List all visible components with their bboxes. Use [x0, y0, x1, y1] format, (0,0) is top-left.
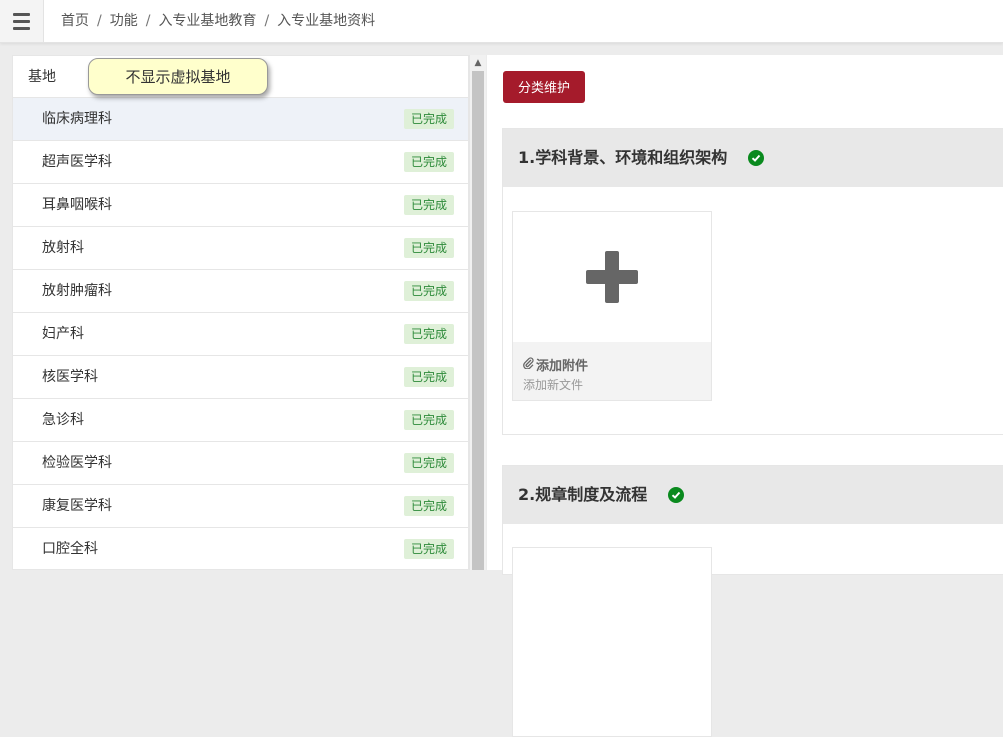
status-badge: 已完成: [403, 410, 454, 430]
breadcrumb-base-education[interactable]: 入专业基地教育: [158, 13, 256, 29]
status-badge: 已完成: [403, 539, 454, 559]
scroll-up-arrow-icon[interactable]: ▲: [470, 55, 486, 71]
base-name: 临床病理科: [42, 111, 112, 127]
add-attachment-label: 添加附件: [536, 359, 589, 374]
base-list-panel: 基地 临床病理科 已完成 超声医学科 已完成 耳鼻咽喉科 已完成 放射科 已完成 放射肿…: [12, 55, 469, 570]
breadcrumb-home[interactable]: 首页: [61, 13, 89, 29]
paperclip-icon: [523, 356, 534, 373]
attachment-card-footer: 添加附件 添加新文件: [513, 342, 711, 400]
add-attachment-plus-icon[interactable]: [513, 212, 711, 342]
list-scrollbar[interactable]: ▲: [469, 55, 486, 570]
base-name: 超声医学科: [42, 154, 112, 170]
status-badge: 已完成: [403, 195, 454, 215]
category-maintenance-button[interactable]: 分类维护: [503, 71, 585, 103]
material-section: 2.规章制度及流程: [502, 465, 1003, 737]
section-header: 2.规章制度及流程: [503, 466, 1003, 524]
base-list-item[interactable]: 耳鼻咽喉科 已完成: [13, 184, 468, 227]
base-list-item[interactable]: 放射肿瘤科 已完成: [13, 270, 468, 313]
base-list-item[interactable]: 妇产科 已完成: [13, 313, 468, 356]
status-badge: 已完成: [403, 281, 454, 301]
base-name: 放射科: [42, 240, 84, 256]
add-new-file-text: 添加新文件: [523, 378, 584, 392]
base-list-item[interactable]: 急诊科 已完成: [13, 399, 468, 442]
status-badge: 已完成: [403, 324, 454, 344]
add-attachment-link[interactable]: 添加附件: [523, 355, 588, 374]
base-list-item[interactable]: 放射科 已完成: [13, 227, 468, 270]
base-name: 口腔全科: [42, 541, 98, 557]
breadcrumb-current: 入专业基地资料: [277, 13, 376, 29]
virtual-base-tooltip: 不显示虚拟基地: [88, 58, 268, 95]
status-badge: 已完成: [403, 238, 454, 258]
base-list-item[interactable]: 临床病理科 已完成: [13, 98, 468, 141]
materials-panel: 分类维护 1.学科背景、环境和组织架构 添加附件 添加新文件 2.规章制度及流程: [487, 55, 1003, 737]
base-name: 耳鼻咽喉科: [42, 197, 112, 213]
base-list-item[interactable]: 超声医学科 已完成: [13, 141, 468, 184]
status-badge: 已完成: [403, 152, 454, 172]
base-name: 核医学科: [42, 369, 98, 385]
add-attachment-plus-icon[interactable]: [513, 548, 711, 678]
status-badge: 已完成: [403, 109, 454, 129]
base-list-item[interactable]: 口腔全科 已完成: [13, 528, 468, 569]
section-header: 1.学科背景、环境和组织架构: [503, 129, 1003, 187]
status-badge: 已完成: [403, 453, 454, 473]
status-badge: 已完成: [403, 496, 454, 516]
base-name: 检验医学科: [42, 455, 112, 471]
breadcrumb-functions[interactable]: 功能: [110, 13, 138, 29]
status-badge: 已完成: [403, 367, 454, 387]
check-circle-icon: [668, 487, 685, 503]
base-list-item[interactable]: 检验医学科 已完成: [13, 442, 468, 485]
check-circle-icon: [748, 150, 765, 166]
material-section: 1.学科背景、环境和组织架构 添加附件 添加新文件: [502, 128, 1003, 435]
hamburger-menu-icon[interactable]: [0, 0, 44, 42]
base-name: 妇产科: [42, 326, 84, 342]
breadcrumb: 首页 / 功能 / 入专业基地教育 / 入专业基地资料: [61, 13, 376, 29]
base-name: 放射肿瘤科: [42, 283, 112, 299]
section-title: 1.学科背景、环境和组织架构: [518, 148, 728, 167]
scrollbar-thumb[interactable]: [472, 71, 484, 570]
attachment-card: 添加附件 添加新文件: [512, 211, 712, 401]
section-title: 2.规章制度及流程: [518, 485, 648, 504]
base-name: 康复医学科: [42, 498, 112, 514]
top-bar: 首页 / 功能 / 入专业基地教育 / 入专业基地资料: [0, 0, 1003, 43]
base-list-item[interactable]: 核医学科 已完成: [13, 356, 468, 399]
attachment-card: [512, 547, 712, 737]
base-name: 急诊科: [42, 412, 84, 428]
base-list-item[interactable]: 康复医学科 已完成: [13, 485, 468, 528]
